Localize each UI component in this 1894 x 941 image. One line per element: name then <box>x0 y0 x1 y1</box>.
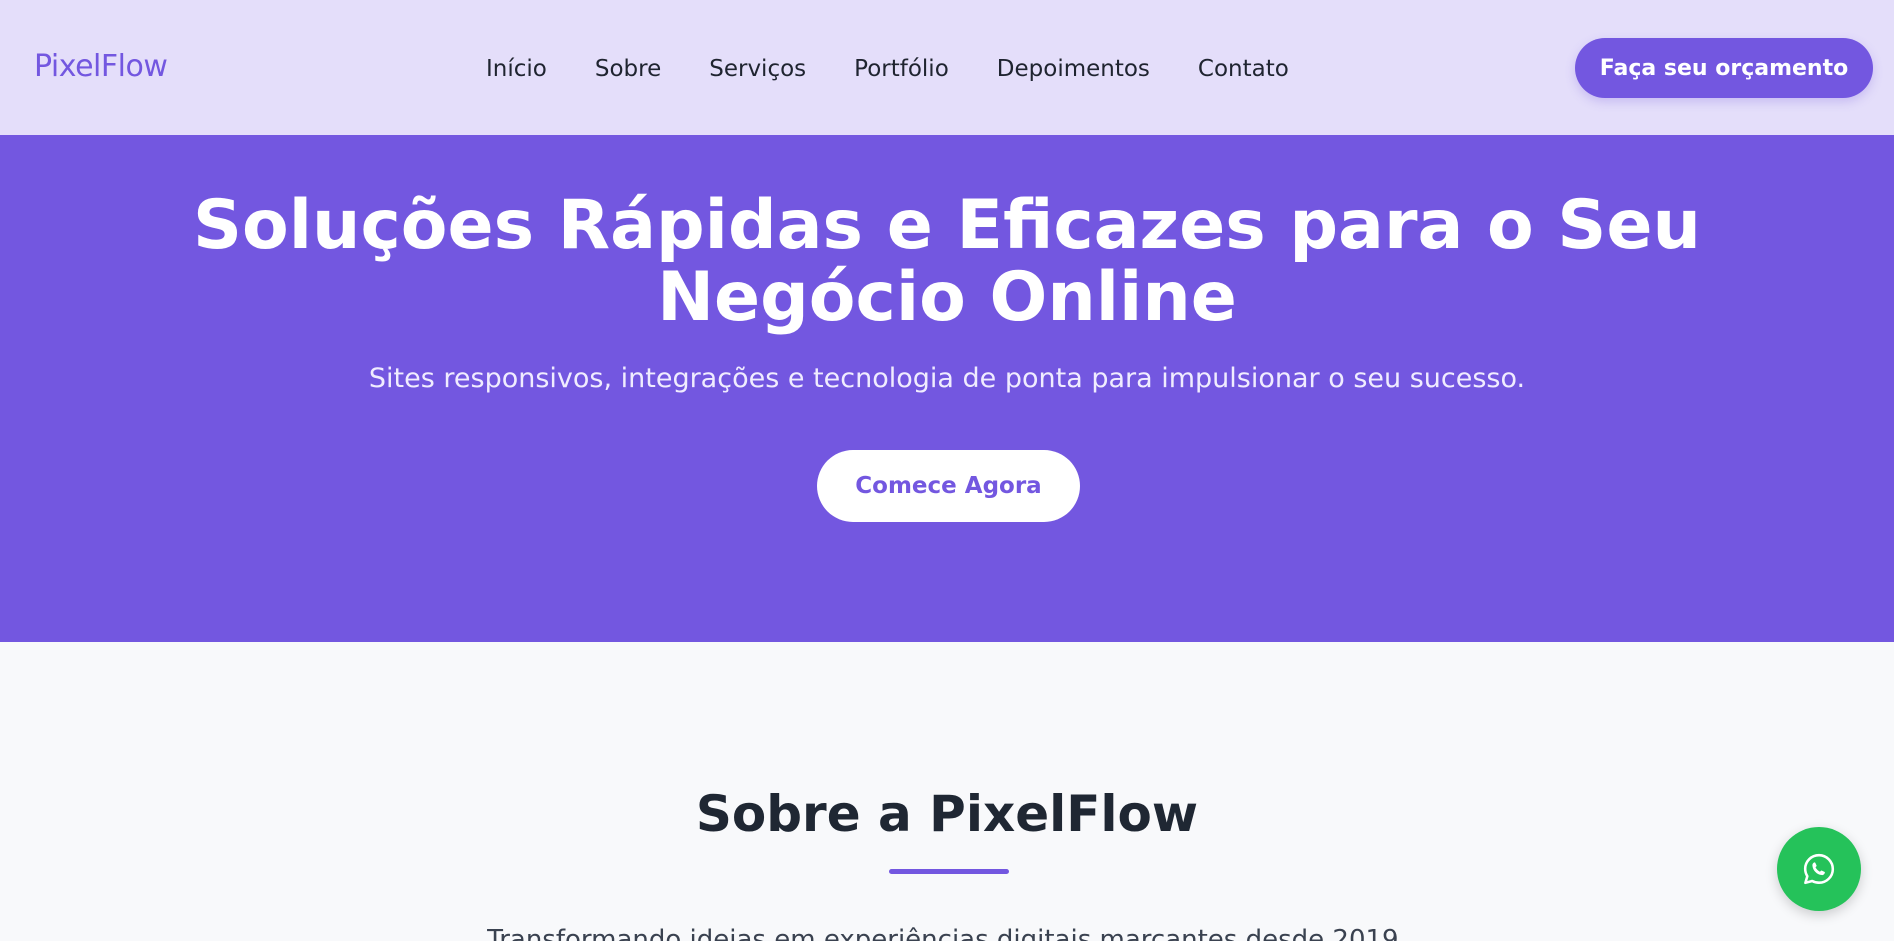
hero-title: Soluções Rápidas e Eficazes para o Seu N… <box>193 186 1701 337</box>
nav-item-servicos[interactable]: Serviços <box>709 56 806 82</box>
about-text: Transformando ideias em experiências dig… <box>487 925 1407 941</box>
title-underline <box>889 869 1009 874</box>
nav-item-depoimentos[interactable]: Depoimentos <box>997 56 1150 82</box>
hero-subtitle: Sites responsivos, integrações e tecnolo… <box>368 363 1526 394</box>
site-header: PixelFlow Início Sobre Serviços Portfóli… <box>0 0 1894 135</box>
hero-section: Soluções Rápidas e Eficazes para o Seu N… <box>0 135 1894 642</box>
main-nav: Início Sobre Serviços Portfólio Depoimen… <box>486 52 1289 86</box>
nav-item-portfolio[interactable]: Portfólio <box>854 56 949 82</box>
nav-item-contato[interactable]: Contato <box>1198 56 1289 82</box>
whatsapp-button[interactable] <box>1777 827 1861 911</box>
whatsapp-icon <box>1803 853 1835 885</box>
get-started-button[interactable]: Comece Agora <box>817 450 1080 522</box>
about-title: Sobre a PixelFlow <box>695 785 1199 843</box>
logo[interactable]: PixelFlow <box>34 46 168 86</box>
logo-text: PixelFlow <box>34 48 168 84</box>
nav-item-sobre[interactable]: Sobre <box>595 56 661 82</box>
nav-item-inicio[interactable]: Início <box>486 56 547 82</box>
quote-button[interactable]: Faça seu orçamento <box>1575 38 1873 98</box>
